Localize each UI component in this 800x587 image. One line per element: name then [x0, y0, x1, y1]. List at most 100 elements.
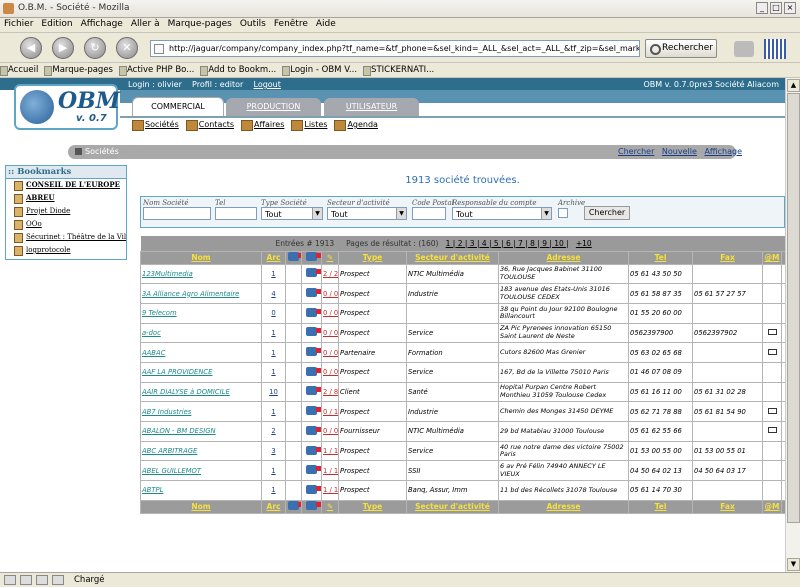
arc-link[interactable]: 1 — [261, 322, 286, 344]
navigator-icon[interactable] — [4, 575, 16, 585]
col-adresse[interactable]: Adresse — [498, 499, 629, 514]
tab-commercial[interactable]: COMMERCIAL — [132, 97, 224, 117]
deals-link[interactable]: 0 / 0 — [321, 342, 339, 363]
menu-outils[interactable]: Outils — [236, 18, 270, 29]
menu-fenetre[interactable]: Fenêtre — [270, 18, 312, 29]
menu-aide[interactable]: Aide — [312, 18, 340, 29]
page-links[interactable]: 1 | 2 | 3 | 4 | 5 | 6 | 7 | 8 | 9 | 10 | — [446, 239, 569, 248]
add-contact-icon[interactable] — [306, 366, 321, 376]
deals-link[interactable]: 2 / 2 — [321, 263, 339, 285]
deals-link[interactable]: 1 / 1 — [321, 440, 339, 462]
bm-accueil[interactable]: Accueil — [0, 63, 44, 76]
bm-marque-pages[interactable]: Marque-pages — [44, 63, 119, 76]
menu-aller-a[interactable]: Aller à — [127, 18, 164, 29]
mail-icon[interactable] — [767, 407, 777, 414]
menu-fichier[interactable]: Fichier — [0, 18, 37, 29]
company-name-link[interactable]: ABTPL — [140, 480, 262, 501]
mail-icon[interactable] — [767, 348, 777, 355]
deals-link[interactable]: 0 / 0 — [321, 361, 339, 383]
company-name-link[interactable]: ABEL GUILLEMOT — [140, 460, 262, 482]
scroll-up-icon[interactable]: ▲ — [787, 79, 800, 92]
mail-icon[interactable] — [767, 427, 777, 434]
col-tel[interactable]: Tel — [628, 250, 693, 265]
col-tel[interactable]: Tel — [628, 499, 693, 514]
menu-marque-pages[interactable]: Marque-pages — [164, 18, 236, 29]
resp-select[interactable]: Tout ▼ — [452, 207, 552, 220]
arc-link[interactable]: 0 — [261, 302, 286, 324]
company-name-link[interactable]: 123Multimedia — [140, 263, 262, 285]
company-name-link[interactable]: AAF LA PROVIDENCE — [140, 361, 262, 383]
subnav-listes[interactable]: Listes — [291, 120, 327, 131]
minimize-button[interactable]: _ — [756, 2, 768, 14]
type-select[interactable]: Tout ▼ — [261, 207, 323, 220]
arc-link[interactable]: 1 — [261, 342, 286, 363]
company-name-link[interactable]: ABALON - BM DESIGN — [140, 421, 262, 442]
add-contact-icon[interactable] — [306, 425, 321, 435]
col-mail[interactable]: @M — [762, 250, 782, 265]
vertical-scrollbar[interactable]: ▲ ▼ — [785, 78, 800, 572]
col-fax[interactable]: Fax — [692, 250, 763, 265]
col-type[interactable]: Type — [338, 499, 407, 514]
add-contact-icon[interactable] — [306, 484, 321, 494]
add-contact-icon[interactable] — [306, 445, 321, 455]
arc-link[interactable]: 1 — [261, 361, 286, 383]
zip-input[interactable] — [412, 207, 446, 220]
arc-link[interactable]: 4 — [261, 283, 286, 304]
col-arc[interactable]: Arc — [261, 499, 286, 514]
next-ten-link[interactable]: +10 — [576, 239, 592, 248]
logout-link[interactable]: Logout — [254, 80, 281, 89]
company-name-link[interactable]: AB7 Industries — [140, 401, 262, 422]
stop-icon[interactable]: ✕ — [116, 37, 138, 59]
scroll-thumb[interactable] — [787, 93, 800, 523]
print-icon[interactable] — [734, 41, 754, 57]
arc-link[interactable]: 10 — [261, 381, 286, 403]
subnav-affaires[interactable]: Affaires — [241, 120, 284, 131]
mail-icon[interactable] — [767, 328, 777, 335]
bookmark-item[interactable]: Projet Diode — [6, 205, 126, 218]
deals-link[interactable]: 0 / 1 — [321, 401, 339, 422]
subnav-societes[interactable]: Sociétés — [132, 120, 179, 131]
arc-link[interactable]: 2 — [261, 421, 286, 442]
company-name-link[interactable]: AAIR DIALYSE à DOMICILE — [140, 381, 262, 403]
add-contact-icon[interactable] — [306, 465, 321, 475]
chercher-button[interactable]: Chercher — [584, 206, 630, 220]
deals-link[interactable]: 0 / 0 — [321, 322, 339, 344]
bm-stickernati[interactable]: STICKERNATI... — [363, 63, 440, 76]
tab-production[interactable]: PRODUCTION — [226, 98, 321, 116]
menu-affichage[interactable]: Affichage — [77, 18, 127, 29]
subnav-contacts[interactable]: Contacts — [185, 120, 234, 131]
col-nom[interactable]: Nom — [140, 499, 262, 514]
deals-link[interactable]: 1 / 1 — [321, 480, 339, 501]
company-name-link[interactable]: AABAC — [140, 342, 262, 363]
add-contact-icon[interactable] — [306, 327, 321, 337]
add-contact-icon[interactable] — [306, 307, 321, 317]
bm-active-php[interactable]: Active PHP Bo... — [118, 63, 200, 76]
mail-icon[interactable] — [20, 575, 32, 585]
subnav-agenda[interactable]: Agenda — [334, 120, 378, 131]
link-chercher[interactable]: Chercher — [618, 147, 654, 156]
deals-link[interactable]: 1 / 1 — [321, 460, 339, 482]
menu-edition[interactable]: Edition — [37, 18, 76, 29]
name-input[interactable] — [143, 207, 211, 220]
reload-icon[interactable]: ↻ — [84, 37, 106, 59]
url-field[interactable]: http://jaguar/company/company_index.php?… — [150, 40, 640, 57]
col-secteur[interactable]: Secteur d'activité — [406, 499, 499, 514]
arc-link[interactable]: 1 — [261, 263, 286, 285]
link-nouvelle[interactable]: Nouvelle — [662, 147, 697, 156]
scroll-down-icon[interactable]: ▼ — [787, 558, 800, 571]
bookmark-item[interactable]: Sécurinet : Théâtre de la Vill — [6, 231, 126, 244]
maximize-button[interactable]: □ — [770, 2, 782, 14]
bookmark-item[interactable]: logprotocole — [6, 244, 126, 257]
deals-link[interactable]: 0 / 0 — [321, 283, 339, 304]
search-button[interactable]: Rechercher — [645, 39, 717, 58]
bookmark-item[interactable]: CONSEIL DE L'EUROPE — [6, 179, 126, 192]
addressbook-icon[interactable] — [52, 575, 64, 585]
col-secteur[interactable]: Secteur d'activité — [406, 250, 499, 265]
company-name-link[interactable]: 3A Alliance Agro Alimentaire — [140, 283, 262, 304]
col-mail[interactable]: @M — [762, 499, 782, 514]
col-nom[interactable]: Nom — [140, 250, 262, 265]
add-contact-icon[interactable] — [306, 386, 321, 396]
composer-icon[interactable] — [36, 575, 48, 585]
bookmark-item[interactable]: ABREU — [6, 192, 126, 205]
company-name-link[interactable]: 9 Telecom — [140, 302, 262, 324]
